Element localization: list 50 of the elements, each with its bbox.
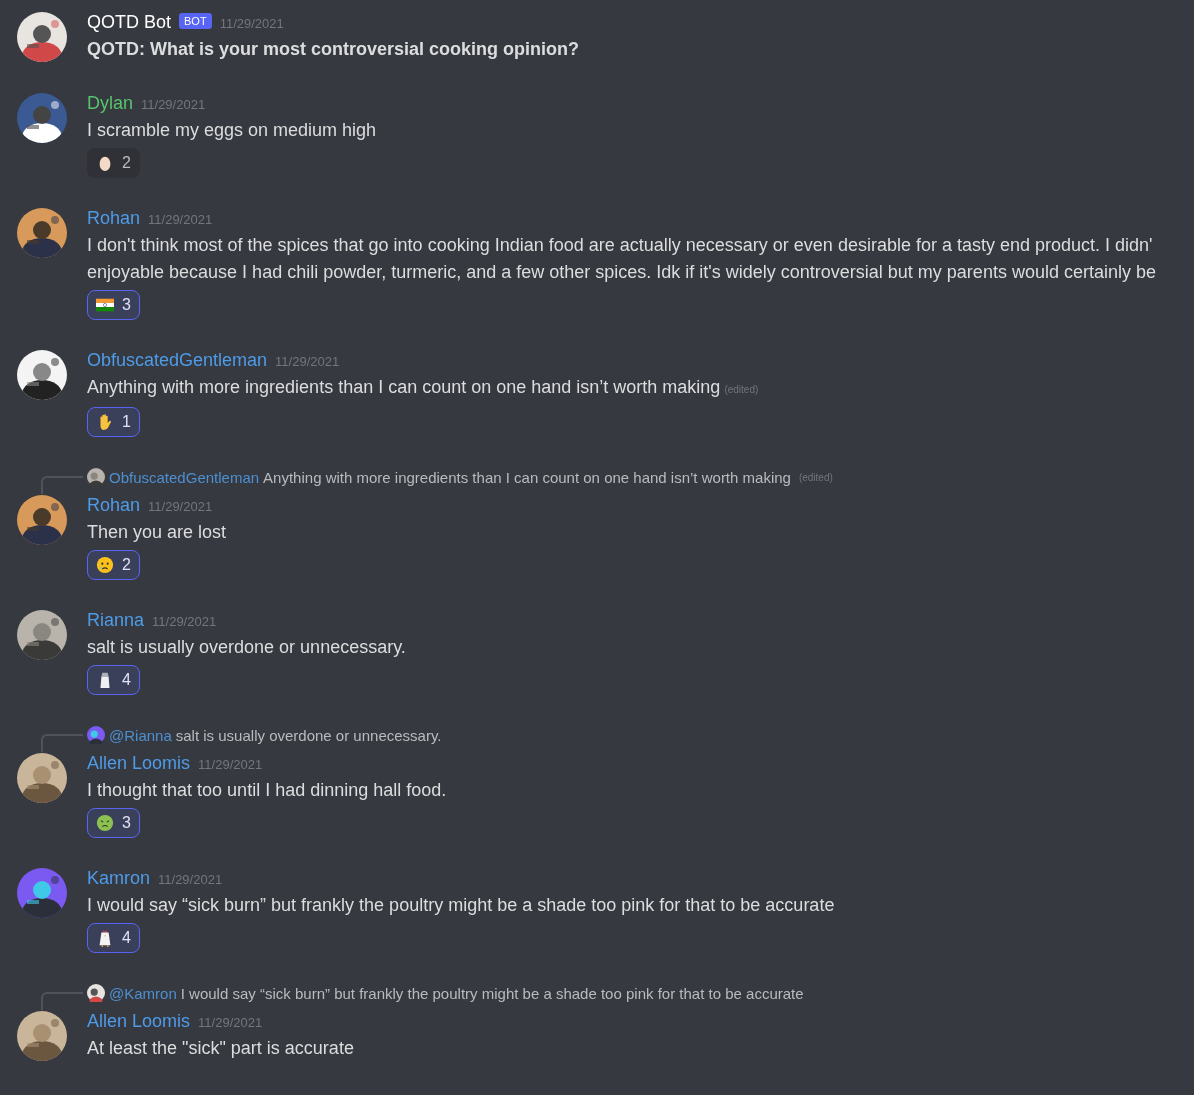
message-text: I don't think most of the spices that go into cooking Indian food are actually necessary or even desirable for a tasty end product. I didn' <box>87 234 1154 257</box>
username[interactable]: Rohan <box>87 495 141 516</box>
message-text: salt is usually overdone or unnecessary. <box>87 636 406 659</box>
message-text: I scramble my eggs on medium high <box>87 119 377 142</box>
username[interactable]: Rohan <box>87 208 141 229</box>
username[interactable]: Allen Loomis <box>87 753 191 774</box>
username[interactable]: QOTD Bot <box>87 12 171 33</box>
reply-text[interactable]: salt is usually overdone or unnecessary. <box>175 726 442 744</box>
timestamp: 11/29/2021 <box>219 16 284 31</box>
timestamp: 11/29/2021 <box>148 499 213 514</box>
bot-tag: BOT <box>179 13 212 29</box>
message-text: I thought that too until I had dinning hall food. <box>87 779 447 802</box>
reply-text[interactable]: I would say “sick burn” but frankly the poultry might be a shade too pink for that to be accurate <box>180 984 804 1002</box>
reply-connector <box>41 476 83 494</box>
reply-author[interactable]: ObfuscatedGentleman <box>109 468 260 486</box>
message-text: At least the "sick" part is accurate <box>87 1037 354 1060</box>
username[interactable]: ObfuscatedGentleman <box>87 350 268 371</box>
message-text: Anything with more ingredients than I can count on one hand isn’t worth making (edited) <box>87 376 759 399</box>
timestamp: 11/29/2021 <box>198 757 263 772</box>
nauseated-face-icon <box>96 814 114 832</box>
timestamp: 11/29/2021 <box>152 614 217 629</box>
username[interactable]: Rianna <box>87 610 145 631</box>
timestamp: 11/29/2021 <box>148 212 213 227</box>
reply-author[interactable]: @Kamron <box>109 984 177 1002</box>
reaction-button[interactable]: 2 <box>87 550 140 580</box>
reaction-button[interactable]: 2 <box>87 148 140 178</box>
reaction-button[interactable]: 3 <box>87 808 140 838</box>
reaction-button[interactable]: 3 <box>87 290 140 320</box>
timestamp: 11/29/2021 <box>141 97 206 112</box>
timestamp: 11/29/2021 <box>198 1015 263 1030</box>
message-text: enjoyable because I had chili powder, turmeric, and a few other spices. Idk if it's widely controversial but my parents would certainly be <box>87 261 1156 284</box>
timestamp: 11/29/2021 <box>158 872 223 887</box>
reply-text[interactable]: Anything with more ingredients than I can count on one hand isn’t worth making <box>263 468 791 486</box>
reaction-button[interactable]: 4 <box>87 665 140 695</box>
timestamp: 11/29/2021 <box>275 354 340 369</box>
reply-connector <box>41 992 83 1010</box>
reaction-button[interactable]: 4 <box>87 923 140 953</box>
username[interactable]: Kamron <box>87 868 151 889</box>
username[interactable]: Dylan <box>87 93 134 114</box>
message-text: Then you are lost <box>87 521 227 544</box>
reply-author[interactable]: @Rianna <box>109 726 172 744</box>
username[interactable]: Allen Loomis <box>87 1011 191 1032</box>
reaction-button[interactable]: 1 <box>87 407 140 437</box>
reply-connector <box>41 734 83 752</box>
crying-face-icon <box>96 556 114 574</box>
flag-icon <box>96 296 114 314</box>
edited-label: (edited) <box>798 471 833 483</box>
edited-label: (edited) <box>724 384 759 395</box>
message-text: I would say “sick burn” but frankly the poultry might be a shade too pink for that to be accurate <box>87 894 835 917</box>
message-text: QOTD: What is your most controversial cooking opinion? <box>87 38 580 61</box>
